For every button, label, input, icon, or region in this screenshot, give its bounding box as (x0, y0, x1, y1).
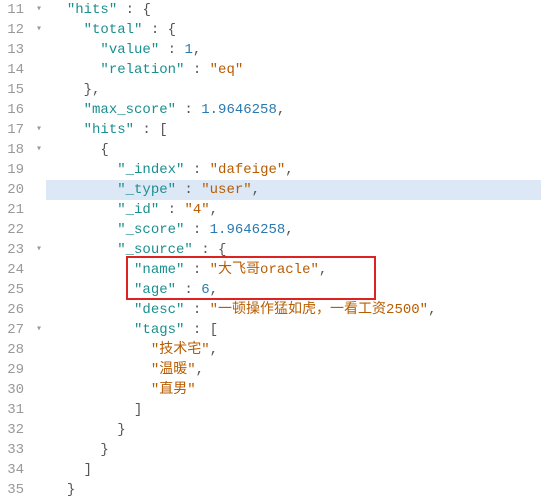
fold-marker[interactable]: ▾ (32, 240, 46, 260)
code-line: "温暖", (46, 360, 541, 380)
fold-marker[interactable]: ▾ (32, 140, 46, 160)
line-number: 16 (0, 100, 24, 120)
code-line: "desc" : "一顿操作猛如虎，一看工资2500", (46, 300, 541, 320)
line-number: 27 (0, 320, 24, 340)
code-line: }, (46, 80, 541, 100)
fold-marker[interactable]: ▾ (32, 320, 46, 340)
line-number: 21 (0, 200, 24, 220)
code-line: "total" : { (46, 20, 541, 40)
line-number: 24 (0, 260, 24, 280)
code-line: "_index" : "dafeige", (46, 160, 541, 180)
line-number: 20 (0, 180, 24, 200)
line-number: 19 (0, 160, 24, 180)
line-number: 31 (0, 400, 24, 420)
code-line: ] (46, 400, 541, 420)
line-number: 30 (0, 380, 24, 400)
line-number: 14 (0, 60, 24, 80)
code-area[interactable]: "hits" : { "total" : { "value" : 1, "rel… (46, 0, 541, 500)
code-line: "技术宅", (46, 340, 541, 360)
line-number: 13 (0, 40, 24, 60)
line-number: 23 (0, 240, 24, 260)
code-line: } (46, 440, 541, 460)
line-number: 11 (0, 0, 24, 20)
line-number: 12 (0, 20, 24, 40)
fold-marker[interactable]: ▾ (32, 20, 46, 40)
code-line: { (46, 140, 541, 160)
line-number-gutter: 11 12 13 14 15 16 17 18 19 20 21 22 23 2… (0, 0, 32, 500)
code-line: "max_score" : 1.9646258, (46, 100, 541, 120)
code-line: } (46, 480, 541, 500)
code-line: "_id" : "4", (46, 200, 541, 220)
code-line: ] (46, 460, 541, 480)
line-number: 29 (0, 360, 24, 380)
code-line: "_score" : 1.9646258, (46, 220, 541, 240)
code-line: "value" : 1, (46, 40, 541, 60)
line-number: 35 (0, 480, 24, 500)
line-number: 15 (0, 80, 24, 100)
code-line: "tags" : [ (46, 320, 541, 340)
line-number: 32 (0, 420, 24, 440)
line-number: 18 (0, 140, 24, 160)
code-line: "直男" (46, 380, 541, 400)
fold-column: ▾ ▾ ▾ ▾ ▾ ▾ (32, 0, 46, 500)
code-line: } (46, 420, 541, 440)
line-number: 26 (0, 300, 24, 320)
line-number: 25 (0, 280, 24, 300)
code-line: "hits" : [ (46, 120, 541, 140)
fold-marker[interactable]: ▾ (32, 120, 46, 140)
code-line: "hits" : { (46, 0, 541, 20)
code-line-highlighted: "_type" : "user", (46, 180, 541, 200)
code-editor: 11 12 13 14 15 16 17 18 19 20 21 22 23 2… (0, 0, 541, 500)
line-number: 33 (0, 440, 24, 460)
code-line: "relation" : "eq" (46, 60, 541, 80)
annotation-box (126, 256, 376, 300)
line-number: 34 (0, 460, 24, 480)
line-number: 28 (0, 340, 24, 360)
fold-marker[interactable]: ▾ (32, 0, 46, 20)
line-number: 22 (0, 220, 24, 240)
line-number: 17 (0, 120, 24, 140)
